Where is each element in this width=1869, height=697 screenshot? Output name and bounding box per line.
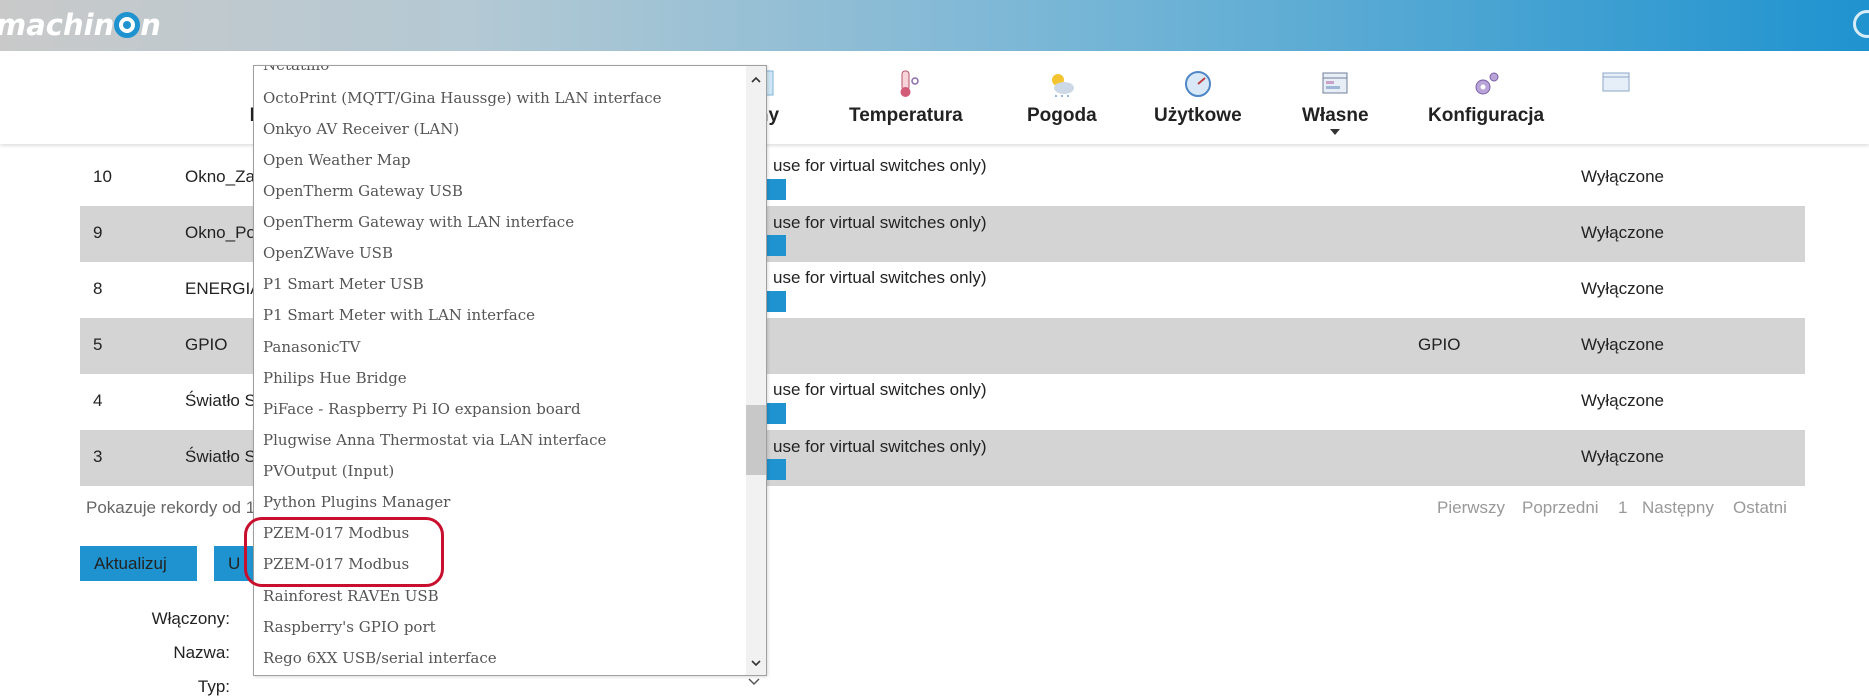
dropdown-option[interactable]: Raspberry's GPIO port — [254, 612, 746, 643]
nav-label: Konfiguracja — [1428, 105, 1545, 126]
row-desc: use for virtual switches only) — [773, 268, 987, 287]
row-idx: 3 — [93, 447, 103, 466]
row-desc: use for virtual switches only) — [773, 380, 987, 399]
topbar-circle-icon[interactable] — [1853, 10, 1869, 38]
row-status: Wyłączone — [1581, 167, 1664, 186]
gears-icon — [1471, 69, 1501, 99]
name-label: Nazwa: — [173, 643, 230, 662]
pager-page[interactable]: 1 — [1618, 498, 1627, 518]
row-status: Wyłączone — [1581, 335, 1664, 354]
row-desc: use for virtual switches only) — [773, 437, 987, 456]
row-desc: use for virtual switches only) — [773, 213, 987, 232]
dropdown-option[interactable]: OpenTherm Gateway USB — [254, 176, 746, 207]
dropdown-option[interactable]: PiFace - Raspberry Pi IO expansion board — [254, 394, 746, 425]
dropdown-option[interactable]: P1 Smart Meter USB — [254, 269, 746, 300]
nav-item-temperature[interactable]: Temperatura — [849, 69, 963, 127]
dropdown-option[interactable]: OpenTherm Gateway with LAN interface — [254, 207, 746, 238]
custom-icon — [1320, 69, 1350, 99]
row-status: Wyłączone — [1581, 391, 1664, 410]
row-name: Okno_Za — [185, 167, 255, 186]
row-status: Wyłączone — [1581, 223, 1664, 242]
type-label: Typ: — [197, 677, 230, 696]
row-idx: 10 — [93, 167, 112, 186]
pager-prev[interactable]: Poprzedni — [1522, 498, 1599, 518]
row-name: Światło S — [185, 447, 256, 466]
row-name: Okno_Po — [185, 223, 256, 242]
update-button[interactable]: Aktualizuj — [80, 546, 197, 581]
dropdown-option[interactable]: Onkyo AV Receiver (LAN) — [254, 114, 746, 145]
row-status: Wyłączone — [1581, 447, 1664, 466]
dropdown-option[interactable]: OpenZWave USB — [254, 238, 746, 269]
dropdown-option[interactable]: Open Weather Map — [254, 145, 746, 176]
nav-item-custom[interactable]: Własne — [1302, 69, 1369, 135]
row-idx: 9 — [93, 223, 103, 242]
enabled-label: Włączony: — [151, 609, 230, 628]
row-desc: use for virtual switches only) — [773, 156, 987, 175]
dropdown-scrollbar[interactable] — [746, 66, 766, 675]
highlight-annotation — [244, 517, 444, 587]
weather-icon — [1047, 69, 1077, 99]
pager-last[interactable]: Ostatni — [1733, 498, 1787, 518]
dropdown-option[interactable]: Netatmo — [254, 66, 746, 81]
row-status: Wyłączone — [1581, 279, 1664, 298]
gauge-icon — [1183, 69, 1213, 99]
dropdown-option[interactable]: OctoPrint (MQTT/Gina Haussge) with LAN i… — [254, 83, 746, 114]
scrollbar-thumb[interactable] — [746, 405, 766, 475]
dropdown-option[interactable]: Rego 6XX USB/serial interface — [254, 643, 746, 674]
dropdown-option[interactable]: P1 Smart Meter with LAN interface — [254, 300, 746, 331]
row-name: GPIO — [185, 335, 228, 354]
nav-label: Temperatura — [849, 105, 963, 126]
pager-first[interactable]: Pierwszy — [1437, 498, 1505, 518]
nav-item-settings[interactable]: Konfiguracja — [1428, 69, 1544, 127]
nav-item-weather[interactable]: Pogoda — [1027, 69, 1097, 127]
logo: machin n — [0, 8, 161, 42]
type-select-chevron-icon[interactable] — [748, 677, 760, 687]
row-name: ENERGIA — [185, 279, 262, 298]
dropdown-option[interactable]: Python Plugins Manager — [254, 487, 746, 518]
chevron-down-icon — [1330, 129, 1341, 135]
dropdown-option[interactable]: Plugwise Anna Thermostat via LAN interfa… — [254, 425, 746, 456]
nav-label: Użytkowe — [1154, 105, 1242, 126]
row-idx: 5 — [93, 335, 103, 354]
dropdown-option[interactable]: PVOutput (Input) — [254, 456, 746, 487]
dropdown-option[interactable]: Philips Hue Bridge — [254, 363, 746, 394]
row-name: Światło S — [185, 391, 256, 410]
row-idx: 8 — [93, 279, 103, 298]
nav-label: Pogoda — [1027, 105, 1097, 126]
pager-next[interactable]: Następny — [1642, 498, 1714, 518]
row-extra: GPIO — [1418, 335, 1461, 354]
scroll-up-icon[interactable] — [750, 74, 762, 86]
nav-label: Własne — [1302, 105, 1369, 126]
dropdown-option[interactable]: PanasonicTV — [254, 332, 746, 363]
nav-item-utility[interactable]: Użytkowe — [1154, 69, 1242, 127]
window-icon — [1601, 69, 1631, 99]
nav-item-window[interactable] — [1601, 69, 1631, 105]
thermometer-icon — [891, 69, 921, 99]
row-idx: 4 — [93, 391, 103, 410]
records-info: Pokazuje rekordy od 1 — [86, 498, 256, 517]
scroll-down-icon[interactable] — [750, 657, 762, 669]
top-bar: machin n — [0, 0, 1869, 51]
